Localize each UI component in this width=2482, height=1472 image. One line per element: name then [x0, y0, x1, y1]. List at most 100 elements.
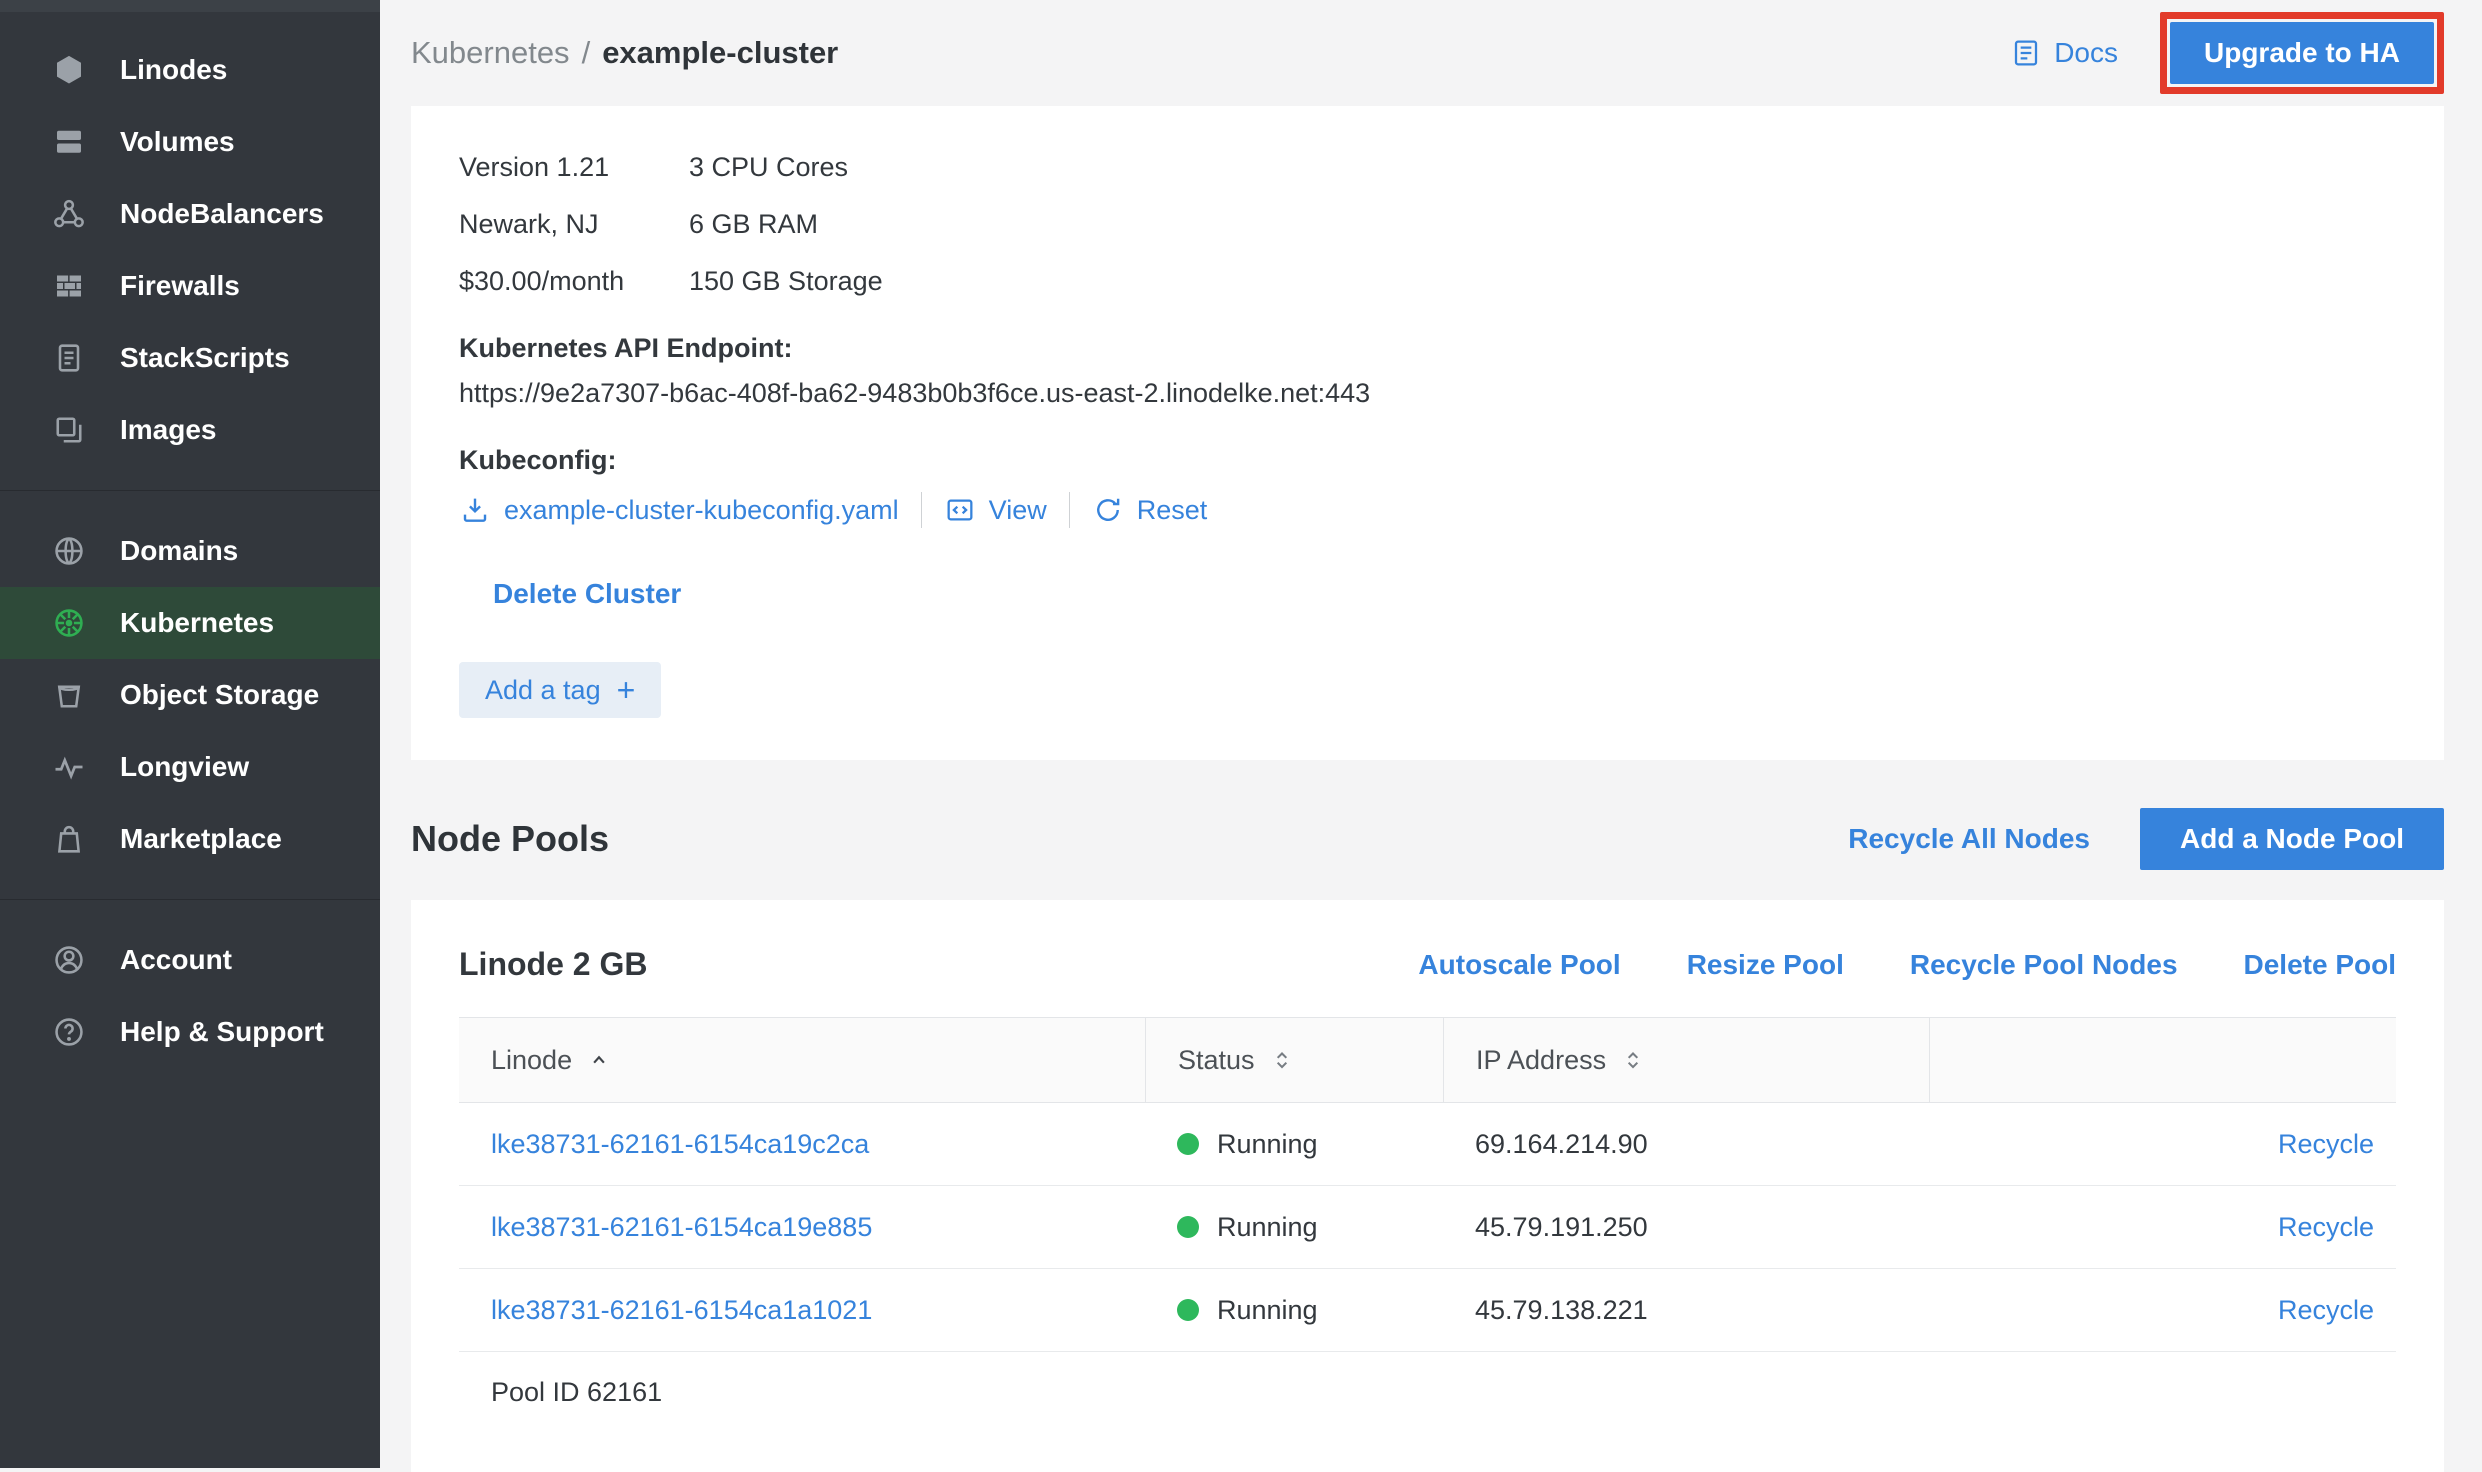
- sidebar-top-strip: [0, 0, 380, 12]
- delete-pool-link[interactable]: Delete Pool: [2244, 949, 2396, 981]
- sidebar-item-stackscripts[interactable]: StackScripts: [0, 322, 380, 394]
- api-endpoint-block: Kubernetes API Endpoint: https://9e2a730…: [459, 333, 2396, 409]
- stackscript-icon: [50, 340, 88, 376]
- separator: [1069, 492, 1070, 528]
- breadcrumb-current-cluster: example-cluster: [602, 35, 838, 71]
- cluster-cpu: 3 CPU Cores: [689, 152, 883, 183]
- status-label: Running: [1217, 1129, 1318, 1160]
- sidebar-item-label: Images: [120, 414, 217, 446]
- app-root: Linodes Volumes NodeBalancers Firewalls: [0, 0, 2482, 1472]
- pool-id-footer: Pool ID 62161: [459, 1352, 2396, 1432]
- api-endpoint-value: https://9e2a7307-b6ac-408f-ba62-9483b0b3…: [459, 378, 2396, 409]
- docs-icon: [2010, 37, 2042, 69]
- api-endpoint-label: Kubernetes API Endpoint:: [459, 333, 2396, 364]
- sidebar-item-domains[interactable]: Domains: [0, 515, 380, 587]
- kubeconfig-label: Kubeconfig:: [459, 445, 2396, 476]
- sort-both-icon: [1620, 1047, 1646, 1073]
- node-link[interactable]: lke38731-62161-6154ca1a1021: [459, 1295, 1145, 1326]
- plus-icon: +: [617, 674, 636, 706]
- cluster-specs-col2: 3 CPU Cores 6 GB RAM 150 GB Storage: [689, 152, 883, 297]
- kubeconfig-row: example-cluster-kubeconfig.yaml View: [459, 492, 2396, 528]
- column-label: Status: [1178, 1045, 1255, 1076]
- table-row: lke38731-62161-6154ca19e885 Running 45.7…: [459, 1186, 2396, 1269]
- sidebar-divider: [0, 899, 380, 900]
- column-label: Linode: [491, 1045, 572, 1076]
- sidebar-item-label: Object Storage: [120, 679, 319, 711]
- kubeconfig-view-button[interactable]: View: [944, 494, 1047, 526]
- node-link[interactable]: lke38731-62161-6154ca19e885: [459, 1212, 1145, 1243]
- breadcrumb-separator: /: [582, 35, 591, 71]
- node-status-cell: Running: [1145, 1295, 1443, 1326]
- add-node-pool-button[interactable]: Add a Node Pool: [2140, 808, 2444, 870]
- autoscale-pool-link[interactable]: Autoscale Pool: [1418, 949, 1620, 981]
- main-content: Kubernetes / example-cluster Docs Upgrad…: [380, 0, 2482, 1472]
- node-status-cell: Running: [1145, 1212, 1443, 1243]
- sidebar-divider: [0, 490, 380, 491]
- view-label: View: [989, 495, 1047, 526]
- cluster-storage: 150 GB Storage: [689, 266, 883, 297]
- pool-action-links: Autoscale Pool Resize Pool Recycle Pool …: [1418, 949, 2396, 981]
- docs-label: Docs: [2054, 37, 2118, 69]
- recycle-node-link[interactable]: Recycle: [1929, 1295, 2396, 1326]
- sidebar-item-label: Longview: [120, 751, 249, 783]
- sidebar-item-label: StackScripts: [120, 342, 290, 374]
- docs-link[interactable]: Docs: [2010, 37, 2118, 69]
- node-pools-actions: Recycle All Nodes Add a Node Pool: [1848, 808, 2444, 870]
- kubeconfig-filename: example-cluster-kubeconfig.yaml: [504, 495, 899, 526]
- column-label: IP Address: [1476, 1045, 1606, 1076]
- kubeconfig-reset-button[interactable]: Reset: [1092, 494, 1208, 526]
- sidebar-item-label: Account: [120, 944, 232, 976]
- breadcrumb-kubernetes-link[interactable]: Kubernetes: [411, 35, 570, 71]
- node-status-cell: Running: [1145, 1129, 1443, 1160]
- sidebar-item-account[interactable]: Account: [0, 924, 380, 996]
- sort-both-icon: [1269, 1047, 1295, 1073]
- sidebar-item-linodes[interactable]: Linodes: [0, 34, 380, 106]
- person-icon: [50, 942, 88, 978]
- upgrade-to-ha-button[interactable]: Upgrade to HA: [2170, 22, 2434, 84]
- sidebar-item-nodebalancers[interactable]: NodeBalancers: [0, 178, 380, 250]
- column-header-empty: [1929, 1018, 2396, 1102]
- reset-label: Reset: [1137, 495, 1208, 526]
- kubeconfig-download-link[interactable]: example-cluster-kubeconfig.yaml: [459, 494, 899, 526]
- status-running-dot: [1177, 1133, 1199, 1155]
- shopping-bag-icon: [50, 821, 88, 857]
- code-view-icon: [944, 494, 976, 526]
- delete-cluster-button[interactable]: Delete Cluster: [493, 578, 681, 610]
- table-row: lke38731-62161-6154ca1a1021 Running 45.7…: [459, 1269, 2396, 1352]
- add-tag-button[interactable]: Add a tag +: [459, 662, 661, 718]
- status-label: Running: [1217, 1212, 1318, 1243]
- status-running-dot: [1177, 1299, 1199, 1321]
- sidebar-item-marketplace[interactable]: Marketplace: [0, 803, 380, 875]
- recycle-pool-nodes-link[interactable]: Recycle Pool Nodes: [1910, 949, 2178, 981]
- table-row: lke38731-62161-6154ca19c2ca Running 69.1…: [459, 1103, 2396, 1186]
- cluster-price: $30.00/month: [459, 266, 689, 297]
- cluster-region: Newark, NJ: [459, 209, 689, 240]
- node-link[interactable]: lke38731-62161-6154ca19c2ca: [459, 1129, 1145, 1160]
- cluster-specs-col1: Version 1.21 Newark, NJ $30.00/month: [459, 152, 689, 297]
- sidebar-item-kubernetes[interactable]: Kubernetes: [0, 587, 380, 659]
- sidebar-item-label: Firewalls: [120, 270, 240, 302]
- sidebar-item-firewalls[interactable]: Firewalls: [0, 250, 380, 322]
- pool-title: Linode 2 GB: [459, 946, 647, 983]
- bucket-icon: [50, 677, 88, 713]
- pulse-icon: [50, 749, 88, 785]
- column-header-ip[interactable]: IP Address: [1443, 1018, 1929, 1102]
- cube-icon: [50, 52, 88, 88]
- sidebar-item-longview[interactable]: Longview: [0, 731, 380, 803]
- sidebar-item-volumes[interactable]: Volumes: [0, 106, 380, 178]
- pool-card-header: Linode 2 GB Autoscale Pool Resize Pool R…: [459, 946, 2396, 983]
- recycle-all-nodes-link[interactable]: Recycle All Nodes: [1848, 823, 2090, 855]
- column-header-linode[interactable]: Linode: [459, 1018, 1145, 1102]
- column-header-status[interactable]: Status: [1145, 1018, 1443, 1102]
- recycle-node-link[interactable]: Recycle: [1929, 1212, 2396, 1243]
- node-pools-header: Node Pools Recycle All Nodes Add a Node …: [411, 808, 2444, 870]
- node-pools-title: Node Pools: [411, 818, 609, 860]
- sidebar-item-help-support[interactable]: Help & Support: [0, 996, 380, 1068]
- status-label: Running: [1217, 1295, 1318, 1326]
- sidebar-item-object-storage[interactable]: Object Storage: [0, 659, 380, 731]
- sidebar-item-label: Kubernetes: [120, 607, 274, 639]
- resize-pool-link[interactable]: Resize Pool: [1687, 949, 1844, 981]
- sidebar-item-images[interactable]: Images: [0, 394, 380, 466]
- cluster-version: Version 1.21: [459, 152, 689, 183]
- recycle-node-link[interactable]: Recycle: [1929, 1129, 2396, 1160]
